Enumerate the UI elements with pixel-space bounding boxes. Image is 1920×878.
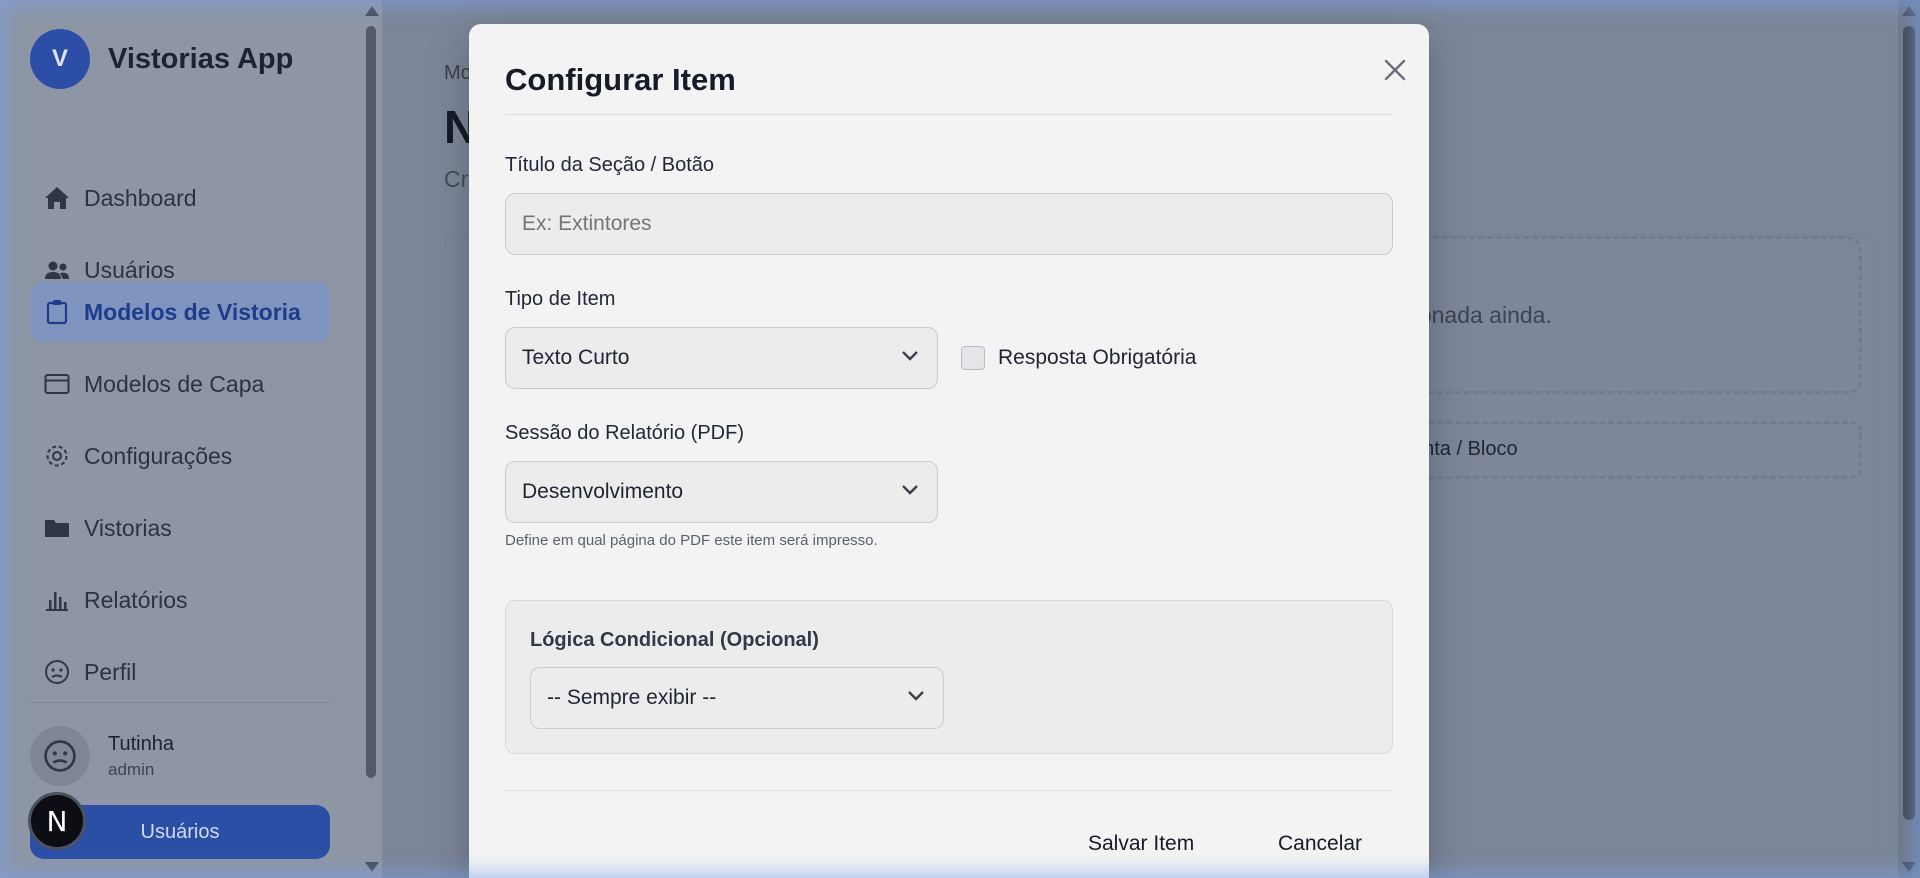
- conditional-logic-value: -- Sempre exibir --: [547, 686, 717, 709]
- home-icon: [42, 183, 72, 213]
- chevron-down-icon: [908, 691, 924, 701]
- sidebar-item-inspection-models[interactable]: Modelos de Vistoria: [30, 282, 330, 342]
- face-icon: [44, 740, 76, 772]
- report-section-select[interactable]: Desenvolvimento: [505, 461, 938, 523]
- close-button[interactable]: [1377, 52, 1413, 88]
- close-icon[interactable]: [1383, 58, 1407, 82]
- conditional-logic-panel: Lógica Condicional (Opcional) -- Sempre …: [505, 600, 1393, 754]
- sidebar-item-label: Dashboard: [84, 184, 197, 211]
- scroll-down-icon[interactable]: [1902, 862, 1916, 872]
- modal-divider: [505, 114, 1393, 115]
- footer-divider: [505, 790, 1393, 791]
- window-scrollbar[interactable]: [1898, 0, 1920, 878]
- scroll-up-icon[interactable]: [1902, 6, 1916, 16]
- conditional-logic-title: Lógica Condicional (Opcional): [530, 629, 819, 651]
- modal-title: Configurar Item: [505, 62, 736, 97]
- section-title-label: Título da Seção / Botão: [505, 154, 715, 176]
- report-section-label: Sessão do Relatório (PDF): [505, 422, 744, 444]
- sidebar-item-label: Relatórios: [84, 586, 188, 613]
- face-icon: [42, 657, 72, 687]
- user-role: admin: [108, 759, 155, 779]
- conditional-logic-select[interactable]: -- Sempre exibir --: [530, 667, 944, 729]
- brand-title: Vistorias App: [108, 42, 294, 75]
- sidebar-item-label: Vistorias: [84, 514, 172, 541]
- user-card: Tutinha admin: [30, 726, 174, 786]
- sidebar-item-reports[interactable]: Relatórios: [30, 570, 330, 630]
- report-section-help: Define em qual página do PDF este item s…: [505, 532, 878, 549]
- required-checkbox[interactable]: [961, 346, 985, 370]
- sidebar-item-inspections[interactable]: Vistorias: [30, 498, 330, 558]
- report-section-value: Desenvolvimento: [522, 480, 684, 503]
- sidebar-scrollbar[interactable]: [362, 0, 380, 878]
- card-icon: [42, 369, 72, 399]
- chevron-down-icon: [902, 485, 918, 495]
- user-name: Tutinha: [108, 732, 174, 755]
- sidebar-item-dashboard[interactable]: Dashboard: [30, 168, 330, 228]
- item-type-select[interactable]: Texto Curto: [505, 327, 938, 389]
- sidebar: V Vistorias App Dashboard Usuários Model…: [0, 0, 382, 878]
- scrollbar-thumb[interactable]: [366, 26, 376, 778]
- sidebar-item-settings[interactable]: Configurações: [30, 426, 330, 486]
- scroll-down-icon[interactable]: [365, 862, 379, 872]
- required-checkbox-label[interactable]: Resposta Obrigatória: [998, 346, 1196, 370]
- page-subtitle: Cr: [444, 166, 469, 192]
- brand: V Vistorias App: [30, 29, 293, 89]
- required-checkbox-row[interactable]: Resposta Obrigatória: [961, 346, 1196, 370]
- avatar: [30, 726, 90, 786]
- users-icon: [42, 255, 72, 285]
- section-title-input[interactable]: [505, 193, 1393, 255]
- sidebar-item-label: Modelos de Capa: [84, 370, 265, 397]
- cancel-button[interactable]: Cancelar: [1278, 832, 1362, 856]
- sidebar-item-cover-models[interactable]: Modelos de Capa: [30, 354, 330, 414]
- chevron-down-icon: [902, 351, 918, 361]
- sidebar-item-label: Perfil: [84, 658, 137, 685]
- sidebar-item-label: Usuários: [84, 256, 175, 283]
- clipboard-icon: [42, 297, 72, 327]
- bar-chart-icon: [42, 585, 72, 615]
- gear-icon: [42, 441, 72, 471]
- save-item-button[interactable]: Salvar Item: [1088, 832, 1194, 856]
- item-type-value: Texto Curto: [522, 346, 630, 369]
- sidebar-item-profile[interactable]: Perfil: [30, 642, 330, 702]
- configure-item-modal: Configurar Item Título da Seção / Botão …: [469, 24, 1429, 878]
- sidebar-item-label: Modelos de Vistoria: [84, 298, 301, 325]
- next-dev-badge[interactable]: N: [28, 792, 86, 850]
- item-type-label: Tipo de Item: [505, 288, 616, 310]
- sidebar-divider: [30, 702, 330, 703]
- scroll-up-icon[interactable]: [365, 6, 379, 16]
- brand-logo: V: [30, 29, 90, 89]
- breadcrumb: Mo: [444, 62, 472, 84]
- folder-icon: [42, 513, 72, 543]
- sidebar-item-label: Configurações: [84, 442, 233, 469]
- scrollbar-thumb[interactable]: [1903, 26, 1915, 820]
